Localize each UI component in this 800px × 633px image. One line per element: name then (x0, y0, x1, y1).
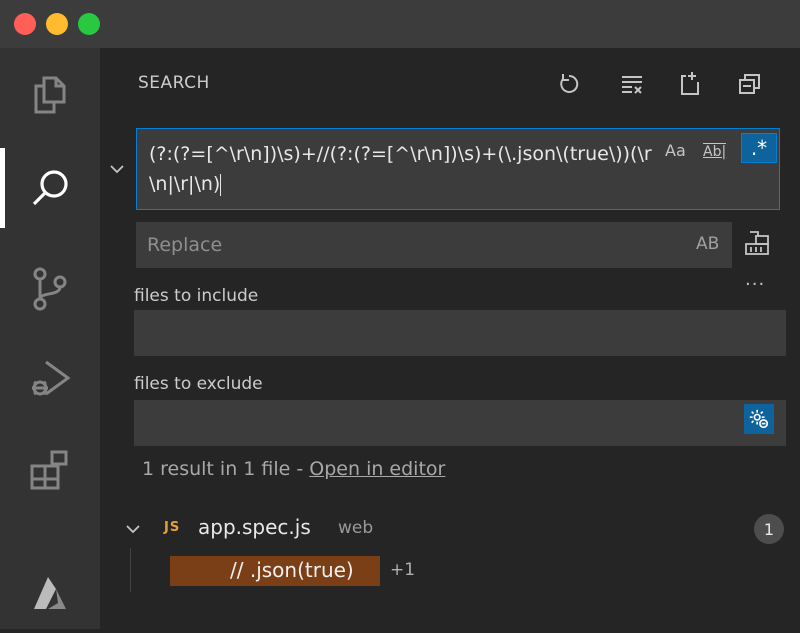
azure-icon (34, 577, 66, 609)
text-cursor (220, 173, 222, 196)
replace-all-button[interactable] (742, 228, 772, 258)
search-icon (32, 170, 68, 206)
files-to-include-input[interactable] (134, 310, 786, 356)
replace-input[interactable] (136, 222, 676, 268)
result-folder-name: web (338, 518, 374, 538)
tree-indent-guide (130, 548, 131, 592)
search-query-text: (?:(?=[^\r\n])\s)+//(?:(?=[^\r\n])\s)+(\… (149, 143, 652, 195)
extensions-icon (30, 450, 68, 490)
gear-icon (749, 409, 769, 429)
panel-title: SEARCH (138, 73, 210, 93)
new-search-editor-icon (681, 72, 699, 95)
run-debug-icon (32, 360, 71, 396)
activity-bar (0, 48, 100, 629)
result-file-row[interactable]: JS app.spec.js web 1 (124, 514, 784, 544)
include-field (134, 310, 786, 356)
match-whole-word-toggle[interactable]: Ab| (703, 143, 727, 160)
collapse-all-button[interactable] (736, 70, 764, 98)
use-regex-toggle[interactable]: .* (741, 133, 777, 163)
match-text: // .json(true) (230, 558, 354, 582)
js-file-icon: JS (164, 520, 181, 535)
refresh-icon (560, 74, 579, 93)
replace-all-icon (745, 231, 769, 255)
activity-source-control[interactable] (0, 248, 100, 328)
minimize-window-button[interactable] (46, 13, 68, 35)
chevron-down-icon (110, 165, 124, 174)
exclude-field (134, 400, 786, 446)
exclude-label: files to exclude (134, 374, 263, 394)
replace-field: AB (136, 222, 732, 268)
source-control-icon (33, 267, 67, 311)
toggle-replace-button[interactable] (108, 160, 126, 178)
activity-extensions[interactable] (0, 430, 100, 510)
search-input[interactable]: (?:(?=[^\r\n])\s)+//(?:(?=[^\r\n])\s)+(\… (136, 128, 780, 210)
results-summary: 1 result in 1 file - Open in editor (142, 458, 445, 480)
refresh-button[interactable] (555, 70, 583, 98)
activity-explorer[interactable] (0, 54, 100, 134)
close-window-button[interactable] (14, 13, 36, 35)
result-file-name: app.spec.js (198, 515, 311, 539)
preserve-case-toggle[interactable]: AB (696, 234, 719, 254)
match-extra-lines: +1 (390, 560, 416, 580)
match-case-toggle[interactable]: Aa (665, 141, 686, 160)
toggle-search-details-button[interactable]: ··· (745, 274, 765, 295)
clear-results-icon (622, 76, 642, 94)
explorer-icon (34, 76, 66, 114)
result-count-badge: 1 (754, 514, 784, 544)
search-sidebar: SEARCH (?:(?=[^\r\n])\s)+//(?:(?=[^\r\n]… (100, 48, 800, 629)
collapse-file-toggle[interactable] (124, 520, 142, 538)
activity-run-debug[interactable] (0, 338, 100, 418)
collapse-all-icon (739, 74, 760, 94)
include-label: files to include (134, 286, 259, 306)
zoom-window-button[interactable] (78, 13, 100, 35)
activity-azure[interactable] (0, 553, 100, 633)
title-bar (0, 0, 800, 48)
activity-search[interactable] (0, 148, 100, 228)
files-to-exclude-input[interactable] (134, 400, 786, 446)
clear-results-button[interactable] (618, 70, 646, 98)
chevron-down-icon (126, 525, 140, 534)
use-exclude-settings-button[interactable] (744, 404, 774, 434)
new-search-editor-button[interactable] (676, 70, 704, 98)
summary-text: 1 result in 1 file - (142, 458, 310, 480)
open-in-editor-link[interactable]: Open in editor (309, 458, 445, 480)
